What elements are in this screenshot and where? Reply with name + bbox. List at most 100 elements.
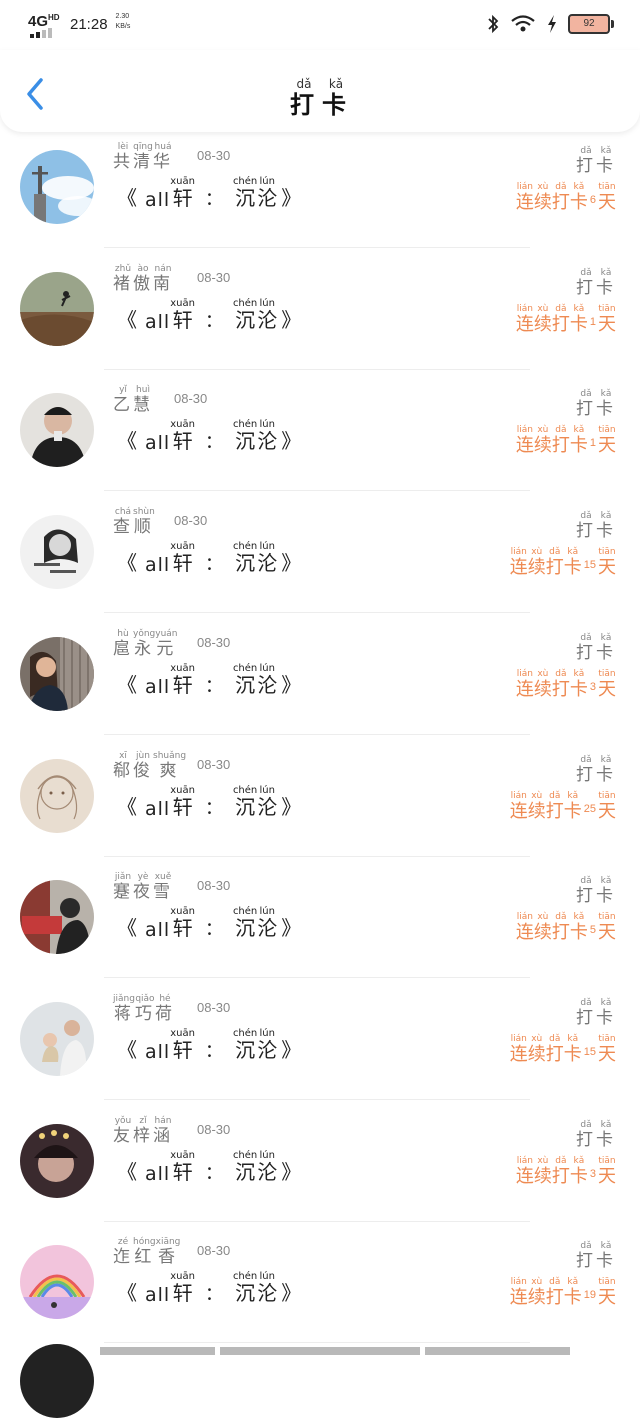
- streak-label: 连lián 续xù 打dǎ 卡kǎ 3 天tiān: [516, 1156, 616, 1188]
- divider: [104, 855, 530, 857]
- name-char: 涵hán: [153, 1115, 173, 1146]
- punch-char: 卡kǎ: [596, 754, 616, 785]
- loading-placeholder: [220, 1347, 420, 1355]
- checkin-date: 08-30: [197, 634, 231, 650]
- streak-char: 续xù: [527, 547, 546, 579]
- streak-char: 连lián: [515, 668, 534, 700]
- streak-days: 6: [589, 194, 596, 206]
- name-char: 永yǒng: [133, 628, 156, 659]
- punch-label: 打dǎ卡kǎ: [576, 146, 616, 176]
- avatar[interactable]: [20, 1245, 94, 1320]
- streak-char: 打dǎ: [551, 1155, 570, 1187]
- streak-char: 打dǎ: [551, 912, 570, 944]
- name-char: 华huá: [153, 142, 173, 172]
- streak-days: 1: [589, 437, 596, 450]
- list-item[interactable]: 友yǒu梓zǐ涵hán 08-30 《 all 轩xuān：沉chén 沦lún 》打dǎ卡…: [0, 1102, 640, 1222]
- book-char: 轩xuān: [170, 1149, 195, 1184]
- list-item[interactable]: 蒋jiǎng巧qiǎo荷hé 08-30 《 all 轩xuān：沉chén 沦lún 》 打…: [0, 980, 640, 1100]
- streak-days: 25: [583, 802, 596, 815]
- list-item[interactable]: 扈hù永yǒng元yuán 08-30 《 all 轩xuān：沉chén 沦lún 》 打d…: [0, 615, 640, 735]
- list-item[interactable]: 蹇jiǎn夜yè雪xuě 08-30 《 all 轩xuān：沉chén 沦lún 》 打dǎ…: [0, 858, 640, 979]
- name-char: 夜yè: [133, 872, 153, 903]
- status-time: 21:28: [70, 16, 108, 33]
- streak-char: 打dǎ: [545, 1033, 564, 1065]
- name-char: 慧huì: [133, 385, 153, 416]
- punch-char: 卡kǎ: [596, 146, 616, 176]
- punch-char: 卡kǎ: [596, 997, 616, 1028]
- punch-label: 打dǎ卡kǎ: [576, 389, 616, 419]
- divider: [104, 490, 530, 492]
- avatar[interactable]: [20, 150, 94, 224]
- streak-label: 连lián 续xù 打dǎ 卡kǎ 6 天tiān: [516, 182, 616, 214]
- wifi-icon: [511, 15, 535, 32]
- book-char: 沦lún: [257, 784, 278, 819]
- list-item[interactable]: 迮zé红hóng香xiāng 08-30 《 all 轩xuān：沉chén 沦lún 》 打…: [0, 1223, 640, 1344]
- streak-days: 19: [583, 1289, 596, 1302]
- divider: [104, 977, 530, 979]
- status-bar: 4GHD 21:28 2.30 KB/s 92: [0, 0, 640, 50]
- name-char: 荷hé: [154, 993, 175, 1024]
- divider: [104, 1220, 530, 1222]
- name-char: 雪xuě: [153, 872, 173, 903]
- streak-char: 打dǎ: [551, 425, 570, 457]
- streak-days: 3: [589, 680, 596, 693]
- streak-days: 15: [583, 1045, 596, 1058]
- book-char: 沉chén: [232, 1149, 258, 1184]
- book-title: 《 all 轩xuān：沉chén 沦lún 》: [117, 1271, 302, 1307]
- punch-label: 打dǎ卡kǎ: [576, 268, 616, 298]
- battery-icon: 92: [568, 14, 614, 34]
- book-title: 《 all 轩xuān：沉chén 沦lún 》: [117, 541, 302, 577]
- streak-char: 卡kǎ: [563, 547, 582, 579]
- avatar[interactable]: [20, 1001, 94, 1076]
- streak-char: 续xù: [533, 303, 552, 335]
- streak-label: 连lián 续xù 打dǎ 卡kǎ 3 天tiān: [516, 669, 616, 701]
- book-char: 轩xuān: [170, 297, 195, 332]
- punch-char: 打dǎ: [576, 876, 596, 907]
- loading-placeholder: [425, 1347, 570, 1355]
- streak-char: 天tiān: [598, 182, 616, 213]
- avatar[interactable]: [20, 758, 94, 833]
- streak-char: 天tiān: [598, 303, 616, 335]
- punch-char: 打dǎ: [576, 997, 596, 1028]
- book-char: 沉chén: [232, 784, 258, 819]
- streak-char: 连lián: [515, 1155, 534, 1187]
- streak-char: 天tiān: [598, 790, 616, 822]
- book-char: 沉chén: [232, 662, 258, 697]
- streak-char: 连lián: [515, 912, 534, 944]
- book-char: 沦lún: [257, 419, 278, 454]
- list-item[interactable]: 褚zhǔ傲ào南nán 08-30 《 all 轩xuān：沉chén 沦lún 》打dǎ卡…: [0, 250, 640, 370]
- list-item[interactable]: 乙yǐ慧huì 08-30 《 all 轩xuān：沉chén 沦lún 》打dǎ卡kǎ 连l…: [0, 371, 640, 492]
- list-item[interactable]: 郗xī俊jùn爽shuǎng 08-30 《 all 轩xuān：沉chén 沦lún 》 打…: [0, 737, 640, 857]
- streak-days: 5: [589, 924, 596, 937]
- avatar[interactable]: [20, 1123, 94, 1198]
- streak-days: 1: [589, 315, 596, 328]
- list-item-partial: [0, 1338, 640, 1418]
- streak-char: 卡kǎ: [569, 303, 588, 335]
- book-title: 《 all 轩xuān：沉chén 沦lún 》: [117, 784, 302, 820]
- streak-days: 3: [589, 1167, 596, 1180]
- streak-char: 连lián: [509, 790, 528, 822]
- avatar[interactable]: [20, 636, 94, 711]
- name-char: 郗xī: [113, 750, 133, 781]
- book-char: 沦lún: [257, 1271, 278, 1306]
- punch-char: 打dǎ: [576, 511, 596, 542]
- avatar[interactable]: [20, 880, 94, 955]
- avatar: [20, 1344, 94, 1418]
- streak-label: 连lián 续xù 打dǎ 卡kǎ 5 天tiān: [516, 912, 616, 944]
- book-char: 沦lún: [257, 1027, 278, 1062]
- list-item[interactable]: 查chá顺shùn 08-30 《 all 轩xuān：沉chén 沦lún 》打dǎ卡kǎ…: [0, 493, 640, 614]
- avatar[interactable]: [20, 515, 94, 590]
- divider: [104, 733, 530, 735]
- name-char: 元yuán: [155, 628, 178, 659]
- punch-char: 卡kǎ: [596, 1119, 616, 1150]
- book-char: 沦lún: [257, 1149, 278, 1184]
- book-title: 《 all 轩xuān：沉chén 沦lún 》: [117, 1027, 302, 1063]
- avatar[interactable]: [20, 393, 94, 468]
- book-title: 《 all 轩xuān：沉chén 沦lún 》: [117, 297, 302, 333]
- list-item[interactable]: 共lèi清qīng华huá 08-30 《 all 轩xuān：沉chén 沦lún 》 打d…: [0, 128, 640, 248]
- streak-label: 连lián 续xù 打dǎ 卡kǎ 19 天tiān: [510, 1277, 616, 1309]
- avatar[interactable]: [20, 271, 94, 346]
- streak-char: 续xù: [527, 1033, 546, 1065]
- status-left: 4GHD 21:28 2.30 KB/s: [28, 10, 130, 40]
- user-name: 蹇jiǎn夜yè雪xuě: [113, 872, 173, 902]
